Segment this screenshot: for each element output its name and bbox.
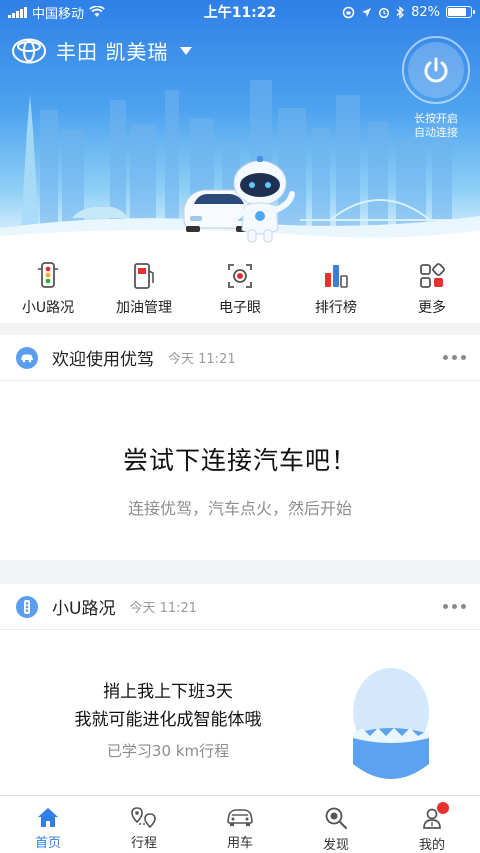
tab-label: 首页 (34, 836, 61, 851)
toyota-logo-icon (12, 38, 46, 63)
card-time: 今天 11:21 (168, 352, 236, 367)
card-title: 欢迎使用优驾 (52, 350, 154, 370)
tab-label: 我的 (418, 838, 445, 853)
quick-item-ranking[interactable]: 排行榜 (288, 245, 384, 323)
more-options-icon[interactable] (443, 604, 466, 609)
quick-menu: 小U路况 加油管理 电子眼 排行榜 更多 (0, 245, 480, 323)
camera-eye-icon (228, 264, 252, 288)
power-icon (424, 57, 448, 83)
bottom-tab-bar: 首页 行程 用车 发现 我的 (0, 795, 480, 853)
alarm-icon (379, 7, 390, 18)
car-badge-icon (16, 346, 38, 369)
app-root: 中国移动 上午11:22 82% 丰田 凯美瑞 长按开启 自动连接 小U路况 加… (0, 0, 480, 853)
tab-discover[interactable]: 发现 (288, 796, 384, 853)
quick-item-camera[interactable]: 电子眼 (192, 245, 288, 323)
traffic-line3: 已学习30 km行程 (106, 742, 230, 760)
city-skyline-illustration (0, 80, 480, 245)
welcome-subline: 连接优驾，汽车点火，然后开始 (127, 499, 352, 518)
tab-profile[interactable]: 我的 (384, 796, 480, 853)
more-options-icon[interactable] (443, 355, 466, 360)
power-hint-line2: 自动连接 (414, 126, 458, 139)
quick-item-label: 加油管理 (116, 300, 172, 316)
tab-trips[interactable]: 行程 (96, 796, 192, 853)
notification-dot (436, 802, 449, 814)
hero-header: 中国移动 上午11:22 82% 丰田 凯美瑞 长按开启 自动连接 (0, 0, 480, 245)
car-icon (227, 809, 253, 826)
car-selector[interactable]: 丰田 凯美瑞 (12, 36, 193, 65)
home-icon (38, 808, 58, 827)
quick-item-label: 排行榜 (315, 300, 357, 316)
quick-item-fuel[interactable]: 加油管理 (96, 245, 192, 323)
welcome-card-header: 欢迎使用优驾 今天 11:21 (0, 335, 480, 381)
mascot-egg-illustration (353, 668, 429, 779)
welcome-headline: 尝试下连接汽车吧！ (122, 446, 357, 475)
quick-item-label: 电子眼 (219, 300, 261, 316)
search-icon (325, 807, 347, 829)
dropdown-caret-icon (180, 46, 193, 55)
traffic-card-header: 小U路况 今天 11:21 (0, 584, 480, 630)
tab-label: 行程 (130, 836, 157, 851)
welcome-card: 欢迎使用优驾 今天 11:21 尝试下连接汽车吧！ 连接优驾，汽车点火，然后开始 (0, 335, 480, 560)
car-name: 丰田 凯美瑞 (56, 40, 169, 64)
welcome-body[interactable]: 尝试下连接汽车吧！ 连接优驾，汽车点火，然后开始 (0, 381, 480, 519)
battery-icon (446, 6, 475, 18)
traffic-badge-icon (16, 595, 38, 618)
carrier-label: 中国移动 (32, 6, 85, 22)
traffic-body[interactable]: 捎上我上下班3天 我就可能进化成智能体哦 已学习30 km行程 (0, 630, 480, 790)
traffic-light-icon (38, 262, 58, 288)
quick-item-label: 更多 (418, 300, 446, 316)
battery-percent: 82% (411, 4, 440, 20)
power-hint-line1: 长按开启 (414, 112, 458, 125)
quick-item-more[interactable]: 更多 (384, 245, 480, 323)
tab-label: 用车 (226, 836, 253, 851)
quick-item-label: 小U路况 (21, 300, 75, 316)
wifi-icon (89, 6, 105, 17)
traffic-line1: 捎上我上下班3天 (103, 682, 233, 702)
grid-more-icon (420, 263, 445, 288)
route-pin-icon (131, 807, 156, 828)
power-hint: 长按开启 自动连接 (400, 112, 472, 140)
power-connect-button[interactable] (402, 36, 470, 104)
bluetooth-icon (396, 5, 405, 19)
traffic-line2: 我就可能进化成智能体哦 (74, 710, 262, 730)
card-time: 今天 11:21 (129, 601, 198, 616)
tab-label: 发现 (322, 838, 349, 853)
traffic-card: 小U路况 今天 11:21 捎上我上下班3天 我就可能进化成智能体哦 已学习30… (0, 584, 480, 795)
card-title: 小U路况 (52, 599, 116, 619)
tab-car[interactable]: 用车 (192, 796, 288, 853)
battery-fill (448, 8, 467, 16)
status-bar: 中国移动 上午11:22 82% (0, 0, 480, 24)
ranking-bars-icon (325, 265, 348, 288)
tab-home[interactable]: 首页 (0, 796, 96, 853)
location-arrow-icon (362, 7, 372, 17)
status-time: 上午11:22 (203, 5, 277, 21)
signal-icon (8, 6, 27, 18)
quick-item-traffic[interactable]: 小U路况 (0, 245, 96, 323)
rotation-lock-icon (342, 6, 355, 18)
fuel-pump-icon (134, 263, 154, 289)
